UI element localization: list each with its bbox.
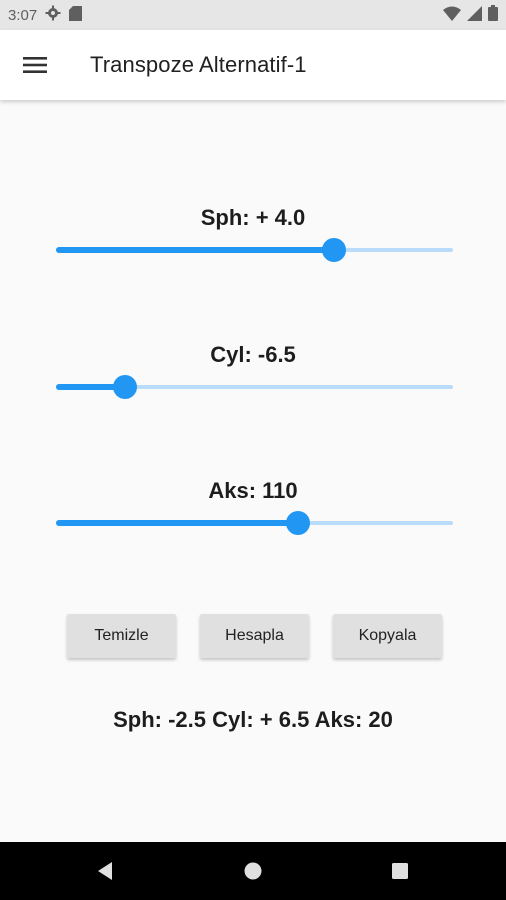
cyl-slider-block: Cyl: -6.5 — [0, 340, 506, 399]
copy-button[interactable]: Kopyala — [333, 614, 442, 658]
aks-label: Aks: 110 — [208, 478, 298, 503]
hamburger-menu-icon[interactable] — [0, 30, 70, 100]
clear-button[interactable]: Temizle — [67, 614, 176, 658]
slider-thumb[interactable] — [321, 238, 346, 262]
aks-slider-block: Aks: 110 — [0, 476, 506, 535]
home-icon[interactable] — [238, 856, 268, 886]
sd-card-icon — [69, 5, 83, 25]
slider-thumb[interactable] — [113, 375, 138, 399]
result-text: Sph: -2.5 Cyl: + 6.5 Aks: 20 — [113, 707, 393, 732]
slider-active-track — [56, 520, 299, 526]
status-time: 3:07 — [8, 6, 38, 24]
battery-icon — [488, 5, 498, 25]
navigation-bar — [0, 842, 506, 900]
main-content: Sph: + 4.0 Cyl: -6.5 Aks: 110 Temizle He… — [0, 100, 506, 840]
button-row: Temizle Hesapla Kopyala — [0, 614, 506, 660]
recents-icon[interactable] — [385, 856, 415, 886]
status-right — [443, 5, 498, 25]
cyl-label: Cyl: -6.5 — [210, 342, 296, 367]
sph-label: Sph: + 4.0 — [200, 205, 306, 230]
cyl-slider[interactable] — [56, 372, 453, 402]
status-bar: 3:07 — [0, 0, 506, 30]
signal-icon — [467, 5, 482, 25]
sph-slider-block: Sph: + 4.0 — [0, 203, 506, 262]
app-bar: Transpoze Alternatif-1 — [0, 30, 506, 100]
slider-active-track — [56, 247, 334, 253]
back-icon[interactable] — [90, 856, 120, 886]
wifi-icon — [443, 6, 461, 25]
status-left: 3:07 — [8, 5, 83, 25]
calculate-button[interactable]: Hesapla — [200, 614, 309, 658]
page-title: Transpoze Alternatif-1 — [90, 52, 307, 77]
slider-thumb[interactable] — [286, 511, 311, 535]
sph-slider[interactable] — [56, 235, 453, 265]
aks-slider[interactable] — [56, 508, 453, 538]
gear-icon — [45, 5, 61, 25]
